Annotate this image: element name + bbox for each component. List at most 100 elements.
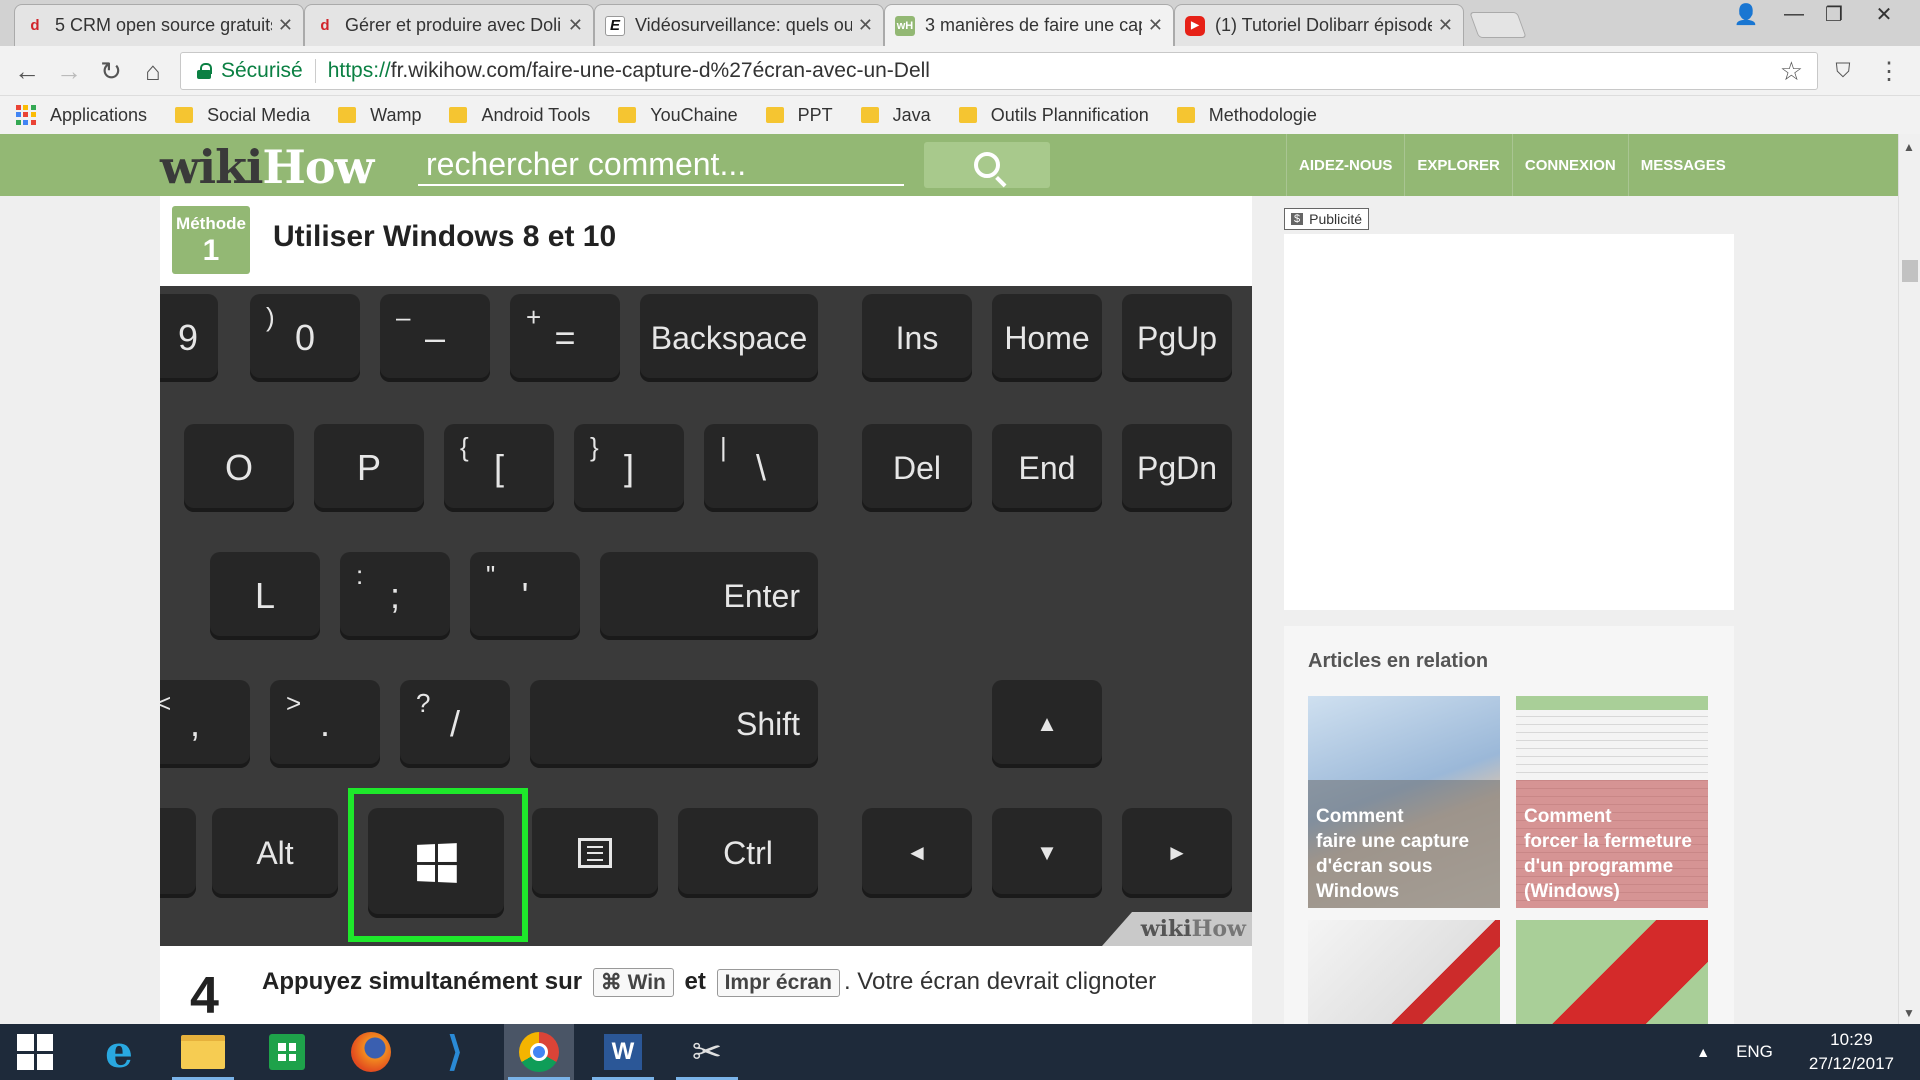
related-caption: Comment forcer la fermeture d'un program… <box>1516 780 1708 908</box>
close-icon[interactable]: ✕ <box>858 15 873 36</box>
bookmark-outils-plannification[interactable]: Outils Plannification <box>958 105 1149 126</box>
watermark-wiki: wiki <box>1140 916 1192 942</box>
ad-box[interactable] <box>1284 234 1734 610</box>
bookmark-android-tools[interactable]: Android Tools <box>449 105 590 126</box>
key-slash: ? / <box>400 680 510 768</box>
internet-explorer-icon[interactable]: e <box>84 1024 154 1080</box>
forward-arrow-icon[interactable]: → <box>52 54 86 88</box>
bookmark-label: Wamp <box>370 104 422 125</box>
related-article-3[interactable] <box>1308 920 1500 1024</box>
scroll-up-icon[interactable]: ▲ <box>1903 140 1915 154</box>
word-icon[interactable]: W <box>588 1024 658 1080</box>
logo-how: How <box>262 140 374 194</box>
bookmark-java[interactable]: Java <box>860 104 931 126</box>
minimize-button[interactable]: — <box>1774 0 1814 28</box>
tab-youtube[interactable]: ▶ (1) Tutoriel Dolibarr épisode ✕ <box>1174 4 1464 46</box>
close-icon[interactable]: ✕ <box>568 15 583 36</box>
language-indicator[interactable]: ENG <box>1736 1042 1773 1062</box>
key-end: End <box>992 424 1102 512</box>
related-article-screenshot[interactable]: Comment faire une capture d'écran sous W… <box>1308 696 1500 908</box>
bookmark-applications[interactable]: Applications <box>16 105 147 126</box>
scroll-thumb[interactable] <box>1902 260 1918 282</box>
method-number: 1 <box>202 234 220 267</box>
key-label: . <box>319 703 330 744</box>
tab-crm[interactable]: d 5 CRM open source gratuits ✕ <box>14 4 304 46</box>
tab-wikihow[interactable]: wH 3 manières de faire une capture ✕ <box>884 4 1174 46</box>
apps-grid-icon <box>16 105 36 125</box>
search-input[interactable]: rechercher comment... <box>418 146 904 186</box>
new-tab-button[interactable] <box>1469 12 1527 38</box>
vscode-icon[interactable]: ⟩ <box>420 1024 490 1080</box>
bookmark-star-icon[interactable]: ☆ <box>1780 56 1803 87</box>
folder-icon <box>958 107 977 123</box>
address-bar[interactable]: Sécurisé https:// fr.wikihow.com/faire-u… <box>180 52 1818 90</box>
related-article-4[interactable] <box>1516 920 1708 1024</box>
related-article-force-close[interactable]: Comment forcer la fermeture d'un program… <box>1516 696 1708 908</box>
url-protocol: https:// <box>327 59 391 82</box>
key-label: ▲ <box>1036 711 1058 736</box>
ad-label: $ Publicité <box>1284 208 1370 230</box>
key-equals: + = <box>510 294 620 382</box>
key-label: Ins <box>895 319 939 356</box>
close-icon[interactable]: ✕ <box>1148 15 1163 36</box>
keyboard-illustration: 9 ) 0 – – + = Backspace Ins Home PgUp O P {… <box>160 286 1252 946</box>
bookmark-label: PPT <box>797 104 833 125</box>
key-label: 0 <box>294 317 316 358</box>
key-backslash: | \ <box>704 424 818 512</box>
close-icon[interactable]: ✕ <box>1438 15 1453 36</box>
scroll-down-icon[interactable]: ▼ <box>1903 1006 1915 1020</box>
folder-icon <box>860 107 879 123</box>
key-label: Enter <box>723 577 800 614</box>
tab-title: Gérer et produire avec Dolibarr <box>345 15 562 35</box>
step-text: Appuyez simultanément sur ⌘ Win et Impr … <box>262 968 1156 997</box>
windows-start-icon[interactable] <box>0 1024 70 1080</box>
chrome-icon[interactable] <box>504 1024 574 1080</box>
reload-icon[interactable]: ↻ <box>94 54 128 88</box>
bookmark-label: Java <box>892 104 931 125</box>
pocket-icon[interactable]: ⛉ <box>1826 54 1860 88</box>
file-explorer-icon[interactable] <box>168 1024 238 1080</box>
key-menu <box>532 808 658 898</box>
tab-videosurveillance[interactable]: E Vidéosurveillance: quels outils ✕ <box>594 4 884 46</box>
nav-messages[interactable]: MESSAGES <box>1627 134 1738 196</box>
key-alt: Alt <box>212 808 338 898</box>
home-icon[interactable]: ⌂ <box>136 54 170 88</box>
tab-dolibarr[interactable]: d Gérer et produire avec Dolibarr ✕ <box>304 4 594 46</box>
restore-button[interactable]: ❐ <box>1814 0 1854 28</box>
back-arrow-icon[interactable]: ← <box>10 54 44 88</box>
key-label: End <box>1018 449 1076 486</box>
bookmark-methodologie[interactable]: Methodologie <box>1176 105 1317 126</box>
bookmark-social-media[interactable]: Social Media <box>175 105 310 126</box>
bookmark-ppt[interactable]: PPT <box>765 104 833 126</box>
close-window-button[interactable]: ✕ <box>1864 0 1904 28</box>
nav-aidez-nous[interactable]: AIDEZ-NOUS <box>1286 134 1404 196</box>
snipping-tool-icon[interactable]: ✂ <box>672 1024 742 1080</box>
key-label: Alt <box>256 834 294 871</box>
caption-line: d'un programme <box>1524 856 1674 877</box>
clock[interactable]: 10:29 27/12/2017 <box>1809 1028 1894 1076</box>
e-black-icon: E <box>605 15 625 36</box>
tray-expand-icon[interactable]: ▲ <box>1696 1044 1710 1060</box>
method-title: Utiliser Windows 8 et 10 <box>273 220 617 253</box>
wikihow-nav: AIDEZ-NOUS EXPLORER CONNEXION MESSAGES <box>1286 134 1738 196</box>
key-label: P <box>356 447 381 488</box>
firefox-icon[interactable] <box>336 1024 406 1080</box>
bookmark-youchaine[interactable]: YouChaine <box>618 105 738 126</box>
page-scrollbar[interactable]: ▲ ▼ <box>1898 134 1920 1024</box>
nav-explorer[interactable]: EXPLORER <box>1404 134 1512 196</box>
menu-dots-icon[interactable]: ⋮ <box>1872 54 1906 88</box>
nav-connexion[interactable]: CONNEXION <box>1511 134 1628 196</box>
user-icon[interactable]: 👤 <box>1726 0 1766 28</box>
key-o: O <box>184 424 294 512</box>
windows-key-highlight <box>348 788 528 942</box>
key-label: ▼ <box>1036 840 1058 865</box>
wikihow-logo[interactable]: wikiHow <box>160 140 374 194</box>
key-label: L <box>254 575 276 616</box>
bookmark-label: Applications <box>50 104 148 125</box>
search-button[interactable] <box>924 142 1050 188</box>
close-icon[interactable]: ✕ <box>278 15 293 36</box>
key-backspace: Backspace <box>640 294 818 382</box>
store-icon[interactable] <box>252 1024 322 1080</box>
bookmark-wamp[interactable]: Wamp <box>338 105 421 126</box>
browser-toolbar: ← → ↻ ⌂ Sécurisé https:// fr.wikihow.com… <box>0 46 1920 96</box>
